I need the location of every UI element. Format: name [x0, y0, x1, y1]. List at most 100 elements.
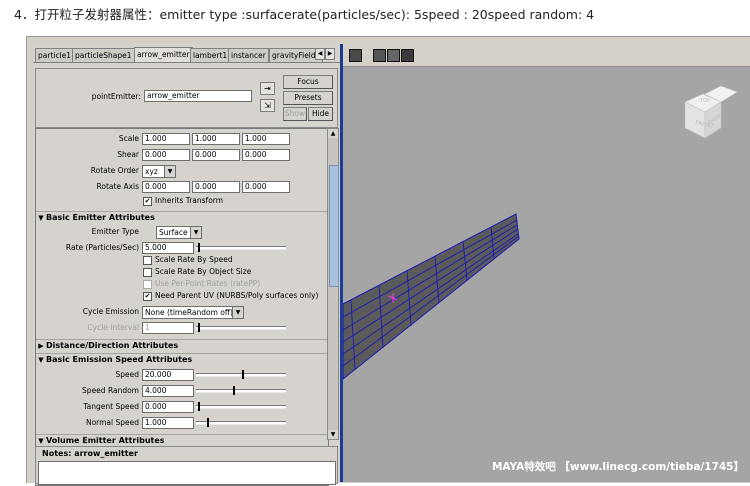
scale-z-field[interactable]: 1.000 — [242, 133, 290, 145]
tab-particle1[interactable]: particle1 — [35, 48, 75, 62]
tab-instancer[interactable]: instancer — [228, 48, 269, 62]
basic-emitter-title: Basic Emitter Attributes — [46, 213, 155, 222]
shear-x-field[interactable]: 0.000 — [142, 149, 190, 161]
rotate-order-value: xyz — [145, 167, 158, 176]
notes-label: Notes: arrow_emitter — [42, 449, 138, 458]
emitter-type-label: Emitter Type — [91, 227, 139, 236]
watermark: MAYA特效吧 【www.linecg.com/tieba/1745】 — [491, 461, 744, 473]
normal-speed-thumb[interactable] — [207, 418, 209, 427]
tab-lambert1[interactable]: lambert1 — [190, 48, 231, 62]
wireframe-icon[interactable] — [349, 49, 362, 62]
emission-speed-header[interactable]: ▼ Basic Emission Speed Attributes — [36, 353, 328, 366]
cube-top-label: TOP — [699, 98, 710, 104]
speed-random-label: Speed Random — [82, 386, 139, 395]
viewport-scene: TOP FRONT RIGHT — [343, 85, 738, 380]
emitter-surface-mesh[interactable] — [343, 213, 520, 380]
load-selected-icon[interactable]: ⇥ — [260, 82, 275, 95]
rate-slider[interactable] — [196, 243, 286, 252]
speed-random-thumb[interactable] — [233, 386, 235, 395]
normal-speed-label: Normal Speed — [85, 418, 139, 427]
rotate-axis-x-field[interactable]: 0.000 — [142, 181, 190, 193]
view-cube[interactable]: TOP FRONT RIGHT — [684, 85, 738, 139]
tab-arrow-emitter[interactable]: arrow_emitter — [134, 47, 193, 62]
rate-field[interactable]: 5.000 — [142, 242, 194, 254]
shear-label: Shear — [117, 150, 139, 159]
need-parent-uv-checkbox[interactable]: ✔ — [143, 292, 152, 301]
shear-y-field[interactable]: 0.000 — [192, 149, 240, 161]
rotate-order-label: Rotate Order — [90, 166, 139, 175]
chevron-down-icon: ▼ — [232, 307, 243, 318]
scale-rate-size-checkbox[interactable] — [143, 268, 152, 277]
rotate-axis-label: Rotate Axis — [96, 182, 140, 191]
emitter-name-field[interactable]: arrow_emitter — [144, 90, 252, 102]
normal-speed-field[interactable]: 1.000 — [142, 417, 194, 429]
rate-label: Rate (Particles/Sec) — [65, 243, 139, 252]
tab-scroll-right-icon[interactable]: ▶ — [325, 48, 335, 60]
cycle-interval-field: 1 — [142, 322, 194, 334]
presets-button[interactable]: Presets — [283, 91, 333, 105]
attribute-editor: particle1 particleShape1 arrow_emitter l… — [33, 44, 340, 486]
expand-arrow-icon: ▼ — [38, 214, 44, 222]
inherits-transform-checkbox[interactable]: ✔ — [143, 197, 152, 206]
distance-direction-header[interactable]: ▶ Distance/Direction Attributes — [36, 339, 328, 352]
page-caption: 4．打开粒子发射器属性：emitter type :surfacerate(pa… — [14, 7, 595, 22]
inherits-transform-label: Inherits Transform — [155, 196, 224, 205]
per-point-rates-checkbox — [143, 280, 152, 289]
perspective-viewport[interactable]: TOP FRONT RIGHT MAYA特效吧 【www.linecg.com/… — [340, 44, 750, 482]
scroll-up-icon[interactable]: ▲ — [328, 129, 338, 138]
tab-bar: particle1 particleShape1 arrow_emitter l… — [33, 47, 340, 63]
volume-emitter-title: Volume Emitter Attributes — [46, 436, 165, 445]
emitter-label: pointEmitter: — [91, 92, 141, 101]
scroll-down-icon[interactable]: ▼ — [328, 430, 338, 439]
cycle-emission-select[interactable]: None (timeRandom off) ▼ — [142, 306, 244, 319]
smooth-shade-icon[interactable] — [373, 49, 386, 62]
chevron-down-icon: ▼ — [164, 166, 175, 177]
show-button[interactable]: Show — [283, 107, 307, 121]
chevron-down-icon: ▼ — [190, 227, 201, 238]
per-point-rates-label: Use Per-Point Rates (ratePP) — [155, 279, 261, 288]
cycle-interval-thumb — [198, 323, 200, 332]
cycle-interval-slider — [196, 323, 286, 332]
scrollbar-thumb[interactable] — [329, 165, 339, 287]
attributes-scrollbar[interactable]: ▲ ▼ — [327, 128, 339, 440]
lighting-icon[interactable] — [401, 49, 414, 62]
textured-icon[interactable] — [387, 49, 400, 62]
viewport-toolbar — [343, 44, 750, 67]
scale-x-field[interactable]: 1.000 — [142, 133, 190, 145]
speed-field[interactable]: 20.000 — [142, 369, 194, 381]
rate-slider-thumb[interactable] — [198, 243, 200, 252]
focus-button[interactable]: Focus — [283, 75, 333, 89]
attributes-panel: Scale 1.000 1.000 1.000 Shear 0.000 0.00… — [35, 128, 329, 486]
shear-z-field[interactable]: 0.000 — [242, 149, 290, 161]
notes-section: Notes: arrow_emitter — [35, 446, 338, 485]
notes-textarea[interactable] — [38, 461, 336, 485]
tab-scroll-left-icon[interactable]: ◀ — [315, 48, 325, 60]
select-node-icon[interactable]: ⇲ — [260, 99, 275, 112]
speed-slider-thumb[interactable] — [242, 370, 244, 379]
scale-rate-speed-checkbox[interactable] — [143, 256, 152, 265]
emitter-type-select[interactable]: Surface ▼ — [156, 226, 202, 239]
scale-rate-speed-label: Scale Rate By Speed — [155, 255, 233, 264]
emitter-header: pointEmitter: arrow_emitter ⇥ ⇲ Focus Pr… — [35, 68, 338, 128]
rotate-order-select[interactable]: xyz ▼ — [142, 165, 176, 178]
basic-emitter-header[interactable]: ▼ Basic Emitter Attributes — [36, 211, 328, 224]
speed-random-slider[interactable] — [196, 386, 286, 395]
tangent-speed-slider[interactable] — [196, 402, 286, 411]
tangent-speed-label: Tangent Speed — [83, 402, 139, 411]
tangent-speed-field[interactable]: 0.000 — [142, 401, 194, 413]
tab-particleshape1[interactable]: particleShape1 — [72, 48, 135, 62]
normal-speed-slider[interactable] — [196, 418, 286, 427]
cycle-interval-label: Cycle Interval — [87, 323, 139, 332]
emission-speed-title: Basic Emission Speed Attributes — [46, 355, 193, 364]
speed-slider[interactable] — [196, 370, 286, 379]
scale-rate-size-label: Scale Rate By Object Size — [155, 267, 252, 276]
speed-random-field[interactable]: 4.000 — [142, 385, 194, 397]
hide-button[interactable]: Hide — [308, 107, 333, 121]
emitter-type-value: Surface — [159, 228, 188, 237]
expand-arrow-icon: ▼ — [38, 356, 44, 364]
scale-y-field[interactable]: 1.000 — [192, 133, 240, 145]
tangent-speed-thumb[interactable] — [198, 402, 200, 411]
cycle-emission-label: Cycle Emission — [82, 307, 139, 316]
rotate-axis-z-field[interactable]: 0.000 — [242, 181, 290, 193]
rotate-axis-y-field[interactable]: 0.000 — [192, 181, 240, 193]
